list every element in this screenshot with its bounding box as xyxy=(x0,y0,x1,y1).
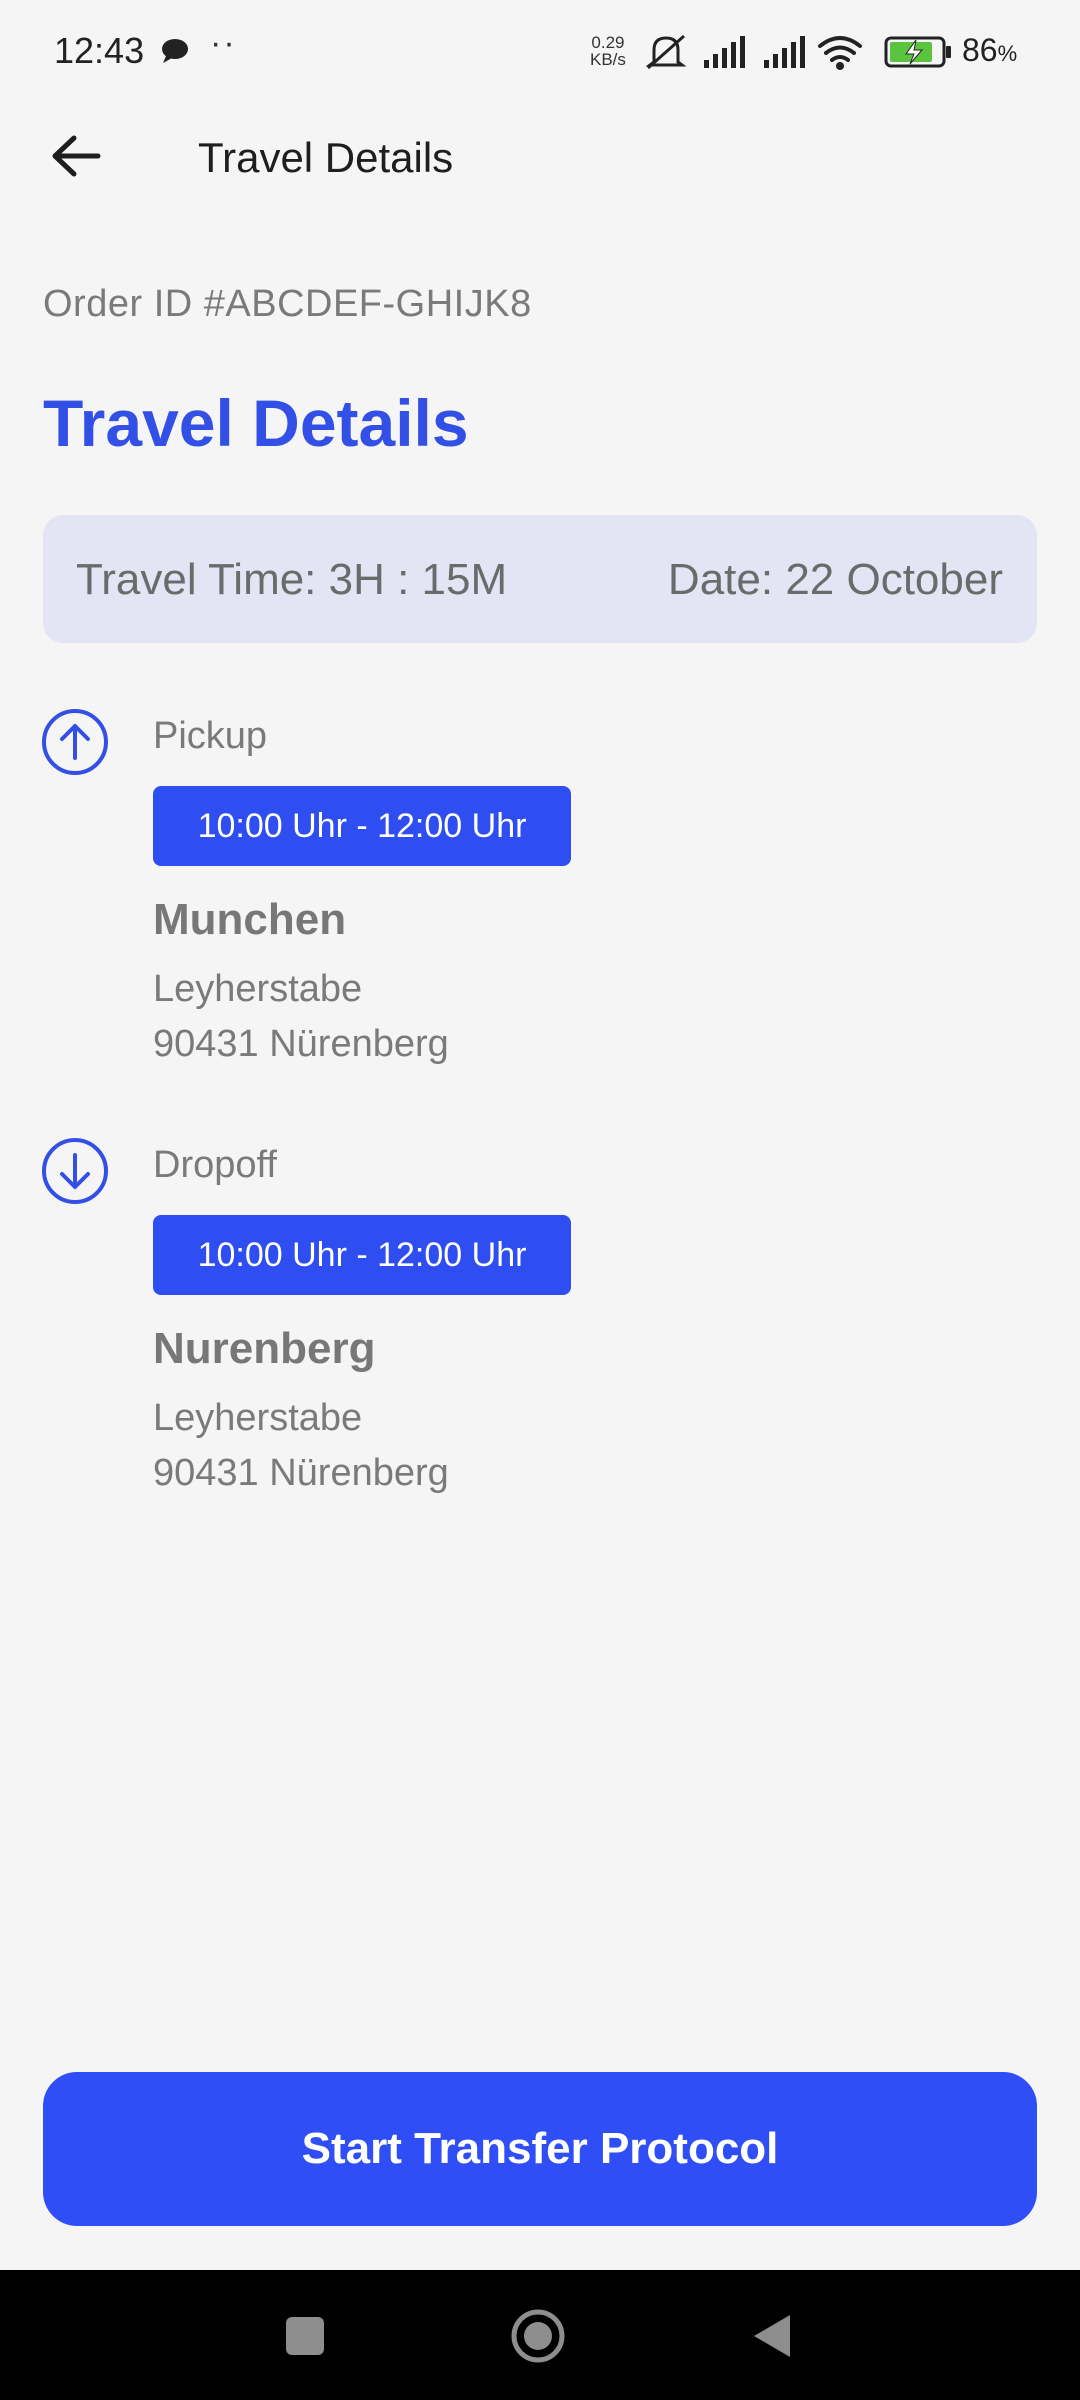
more-dots-icon: ·· xyxy=(210,24,237,62)
battery-percent: 86% xyxy=(962,32,1017,69)
status-time: 12:43 xyxy=(54,30,145,71)
dropoff-label: Dropoff xyxy=(153,1144,277,1186)
arrow-left-icon xyxy=(52,135,101,177)
pickup-label: Pickup xyxy=(153,715,268,757)
travel-info-card: Travel Time: 3H : 15M Date: 22 October xyxy=(43,515,1037,643)
start-transfer-protocol-button[interactable]: Start Transfer Protocol xyxy=(43,2072,1037,2226)
arrow-down-circle-icon xyxy=(41,1137,109,1205)
status-icons xyxy=(645,34,951,70)
page-title: Travel Details xyxy=(43,386,469,460)
app-bar-title: Travel Details xyxy=(198,134,454,181)
battery-charging-icon xyxy=(884,36,951,68)
dropoff-city: Nurenberg xyxy=(153,1324,376,1373)
dropoff-postal-city: 90431 Nürenberg xyxy=(153,1452,449,1494)
signal-icon xyxy=(764,36,805,68)
recents-square-icon[interactable] xyxy=(284,2315,326,2357)
system-nav-bar xyxy=(0,2270,1080,2400)
dropoff-street: Leyherstabe xyxy=(153,1397,363,1439)
battery-percent-value: 86 xyxy=(962,32,998,68)
pickup-postal-city: 90431 Nürenberg xyxy=(153,1023,449,1065)
back-triangle-icon[interactable] xyxy=(750,2312,794,2360)
dropoff-time-chip: 10:00 Uhr - 12:00 Uhr xyxy=(153,1215,571,1295)
network-speed: 0.29 KB/s xyxy=(590,34,626,68)
back-button[interactable] xyxy=(40,120,112,192)
order-id: Order ID #ABCDEF-GHIJK8 xyxy=(43,283,532,325)
travel-date: Date: 22 October xyxy=(667,555,1003,604)
pickup-street: Leyherstabe xyxy=(153,968,363,1010)
network-speed-value: 0.29 xyxy=(591,33,625,52)
home-circle-icon[interactable] xyxy=(510,2308,566,2364)
pickup-city: Munchen xyxy=(153,895,347,944)
arrow-up-circle-icon xyxy=(41,708,109,776)
wifi-icon xyxy=(818,36,862,70)
network-speed-unit: KB/s xyxy=(590,50,626,69)
status-bar: 12:43 ·· 0.29 KB/s 86% xyxy=(0,0,1080,100)
battery-percent-unit: % xyxy=(997,41,1018,66)
pickup-time-chip: 10:00 Uhr - 12:00 Uhr xyxy=(153,786,571,866)
chat-bubble-icon xyxy=(162,39,188,63)
mute-icon xyxy=(645,34,687,70)
travel-time: Travel Time: 3H : 15M xyxy=(76,555,508,604)
signal-icon xyxy=(704,36,745,68)
